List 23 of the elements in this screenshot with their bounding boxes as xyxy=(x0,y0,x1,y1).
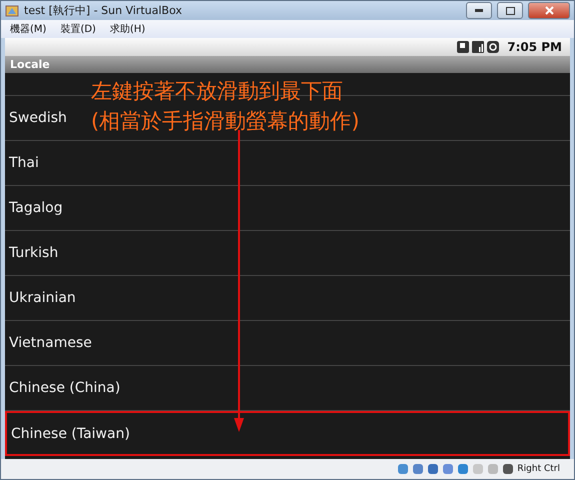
locale-item[interactable]: Tagalog xyxy=(5,186,570,231)
menu-item[interactable]: 機器(M) xyxy=(10,22,46,36)
locale-item[interactable]: Chinese (Taiwan) xyxy=(5,411,570,456)
menu-item[interactable]: 求助(H) xyxy=(110,22,146,36)
clock: 7:05 PM xyxy=(507,40,562,54)
locale-item[interactable]: Ukrainian xyxy=(5,276,570,321)
locale-item[interactable]: Vietnamese xyxy=(5,321,570,366)
host-key-label: Right Ctrl xyxy=(517,464,560,474)
menu-item[interactable]: 裝置(D) xyxy=(60,22,96,36)
minimize-button[interactable] xyxy=(466,2,492,19)
signal-bars-icon xyxy=(472,41,484,53)
locale-item[interactable]: Chinese (China) xyxy=(5,366,570,411)
minimize-icon xyxy=(475,9,483,12)
maximize-icon xyxy=(506,6,514,14)
app-icon xyxy=(5,4,19,18)
annotation-text: (相當於手指滑動螢幕的動作) xyxy=(91,108,360,135)
close-icon xyxy=(544,6,554,15)
locale-item[interactable]: Thai xyxy=(5,141,570,186)
screen-title: Locale xyxy=(10,58,50,71)
window-title: test [執行中] - Sun VirtualBox xyxy=(24,3,183,18)
locale-item[interactable]: Turkish xyxy=(5,231,570,276)
close-button[interactable] xyxy=(528,2,570,19)
maximize-button[interactable] xyxy=(497,2,523,19)
